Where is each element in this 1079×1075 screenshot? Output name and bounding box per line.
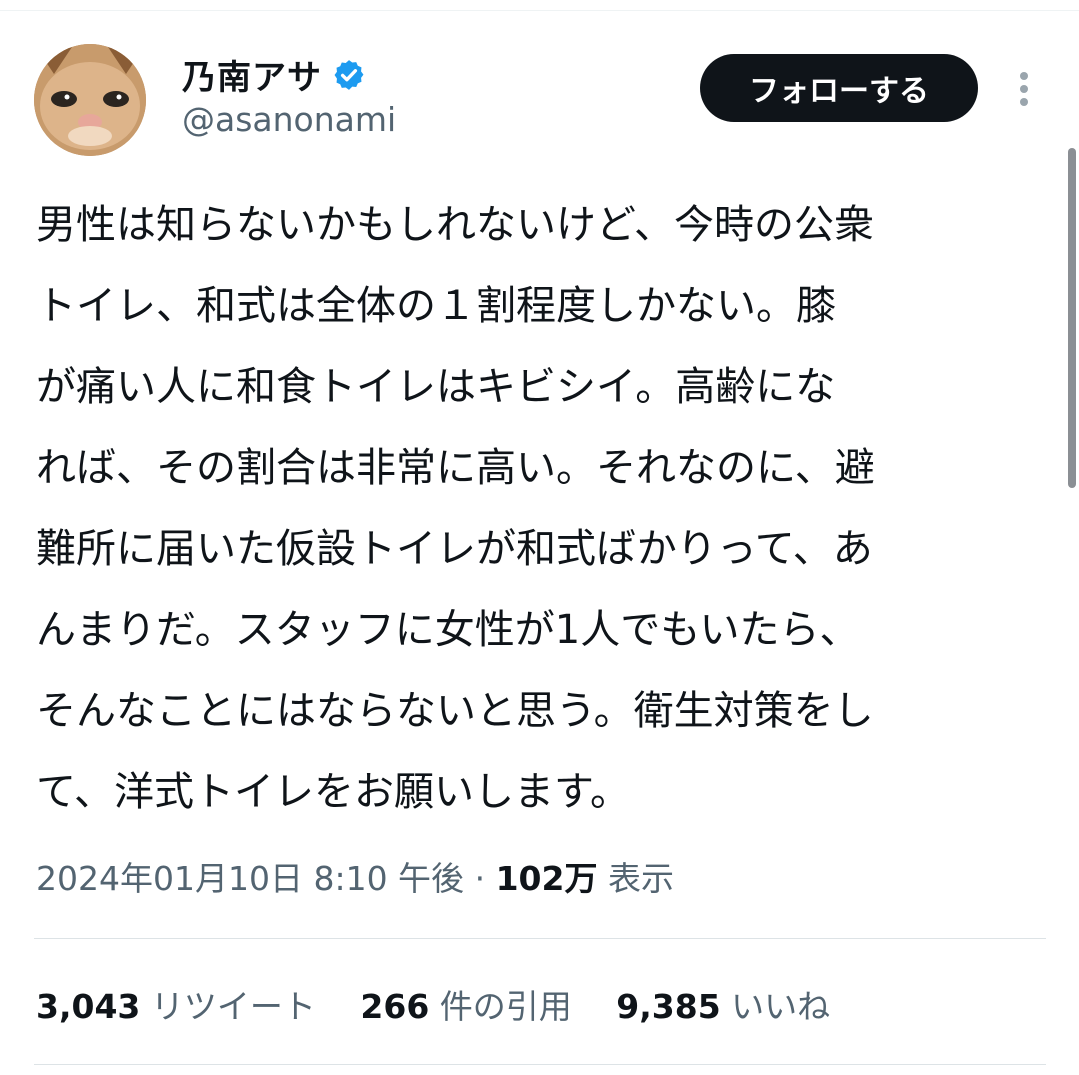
cat-avatar-icon [34, 44, 146, 156]
tweet-line: が痛い人に和食トイレはキビシイ。高齢にな [36, 364, 836, 410]
follow-button[interactable]: フォローする [700, 54, 978, 122]
verified-badge-icon [334, 59, 364, 90]
tweet-text: 男性は知らないかもしれないけど、今時の公衆 トイレ、和式は全体の１割程度しかない… [36, 185, 1046, 833]
tweet-line: れば、その割合は非常に高い。それなのに、避 [36, 445, 875, 491]
avatar[interactable] [34, 44, 146, 156]
quotes-count: 266 [360, 987, 430, 1026]
divider [34, 1064, 1046, 1065]
engagement-stats: 3,043 リツイート 266 件の引用 9,385 いいね [36, 980, 864, 1028]
retweets-count: 3,043 [36, 987, 141, 1026]
tweet-line: 男性は知らないかもしれないけど、今時の公衆 [36, 202, 874, 248]
likes-label: いいね [731, 987, 831, 1026]
tweet-line: んまりだ。スタッフに女性が1人でもいたら、 [36, 607, 860, 653]
retweets-label: リツイート [150, 987, 316, 1026]
display-name[interactable]: 乃南アサ [182, 50, 322, 99]
tweet-line: 難所に届いた仮設トイレが和式ばかりって、あ [36, 526, 873, 572]
author-handle[interactable]: @asanonami [182, 100, 396, 139]
tweet-line: そんなことにはならないと思う。衛生対策をし [36, 688, 874, 734]
quotes-stat[interactable]: 266 件の引用 [360, 987, 582, 1026]
more-vertical-icon[interactable] [1010, 70, 1038, 110]
quotes-label: 件の引用 [439, 987, 572, 1026]
timestamp[interactable]: 2024年01月10日 8:10 午後 [36, 859, 464, 898]
top-divider [0, 10, 1079, 11]
divider [34, 938, 1046, 939]
meta-separator: · [474, 859, 486, 898]
retweets-stat[interactable]: 3,043 リツイート [36, 987, 326, 1026]
tweet-line: トイレ、和式は全体の１割程度しかない。膝 [36, 283, 836, 329]
tweet-meta: 2024年01月10日 8:10 午後 · 102万 表示 [36, 852, 674, 900]
likes-stat[interactable]: 9,385 いいね [616, 987, 830, 1026]
likes-count: 9,385 [616, 987, 721, 1026]
tweet-line: て、洋式トイレをお願いします。 [36, 769, 630, 815]
author-name-row[interactable]: 乃南アサ [182, 50, 366, 99]
scrollbar[interactable] [1068, 148, 1076, 488]
views-count: 102万 [495, 859, 598, 898]
views-label: 表示 [607, 859, 674, 898]
